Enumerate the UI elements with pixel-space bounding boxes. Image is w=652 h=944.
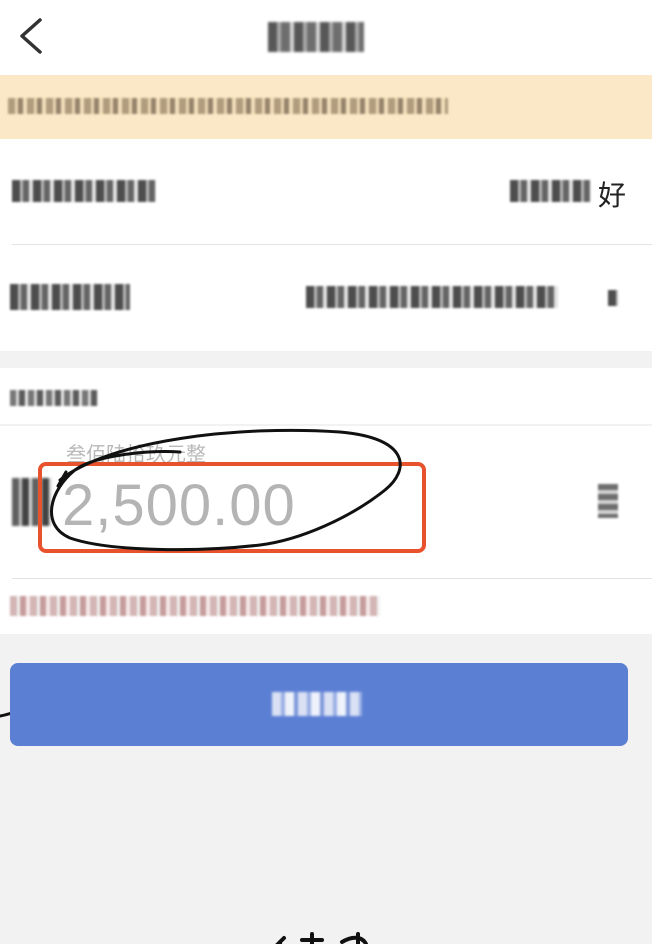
transfer-info-card — [0, 139, 652, 351]
account-label — [10, 284, 130, 310]
payee-name-suffix: 好 — [597, 180, 626, 211]
annotation-highlight-box — [38, 462, 426, 553]
divider — [12, 244, 652, 245]
amount-section-label — [10, 390, 98, 406]
divider — [12, 578, 652, 579]
payee-name-masked — [510, 180, 590, 202]
page-title — [268, 22, 364, 52]
account-chevron-icon[interactable] — [608, 290, 618, 306]
chevron-right-icon[interactable] — [598, 484, 618, 518]
back-chevron-icon[interactable] — [14, 16, 48, 56]
notice-text — [8, 98, 448, 114]
annotation-handwriting — [275, 932, 368, 944]
nav-header — [0, 0, 652, 75]
payee-label — [12, 180, 156, 202]
account-value[interactable] — [306, 286, 558, 308]
amount-hint-text — [10, 596, 380, 616]
next-button-label — [272, 692, 362, 716]
